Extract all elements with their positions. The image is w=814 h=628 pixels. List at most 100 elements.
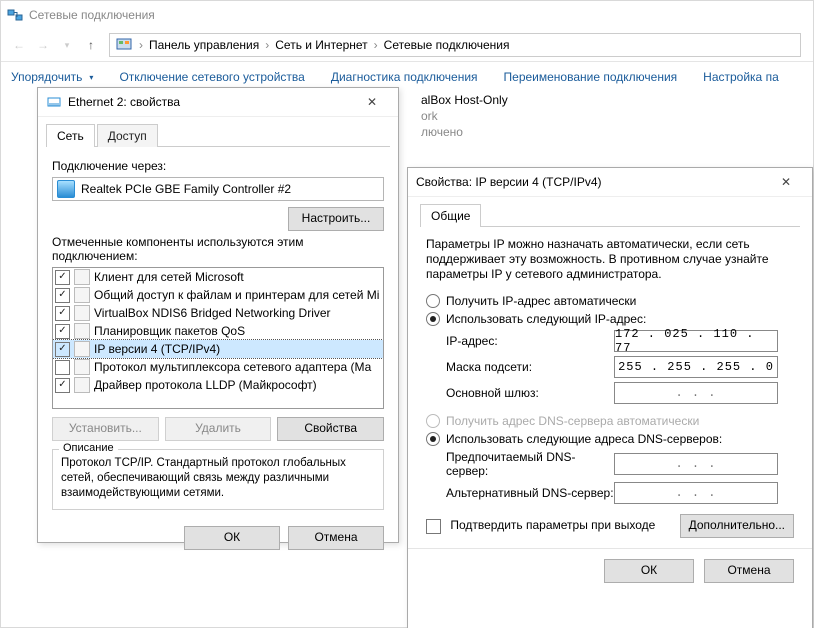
components-label: Отмеченные компоненты используются этим … <box>52 235 384 263</box>
ok-button[interactable]: ОК <box>604 559 694 583</box>
dialog-titlebar[interactable]: Ethernet 2: свойства ✕ <box>38 88 398 117</box>
checkbox-icon[interactable] <box>55 324 70 339</box>
component-label: Планировщик пакетов QoS <box>94 324 245 338</box>
radio-manual-ip[interactable]: Использовать следующий IP-адрес: <box>426 312 794 326</box>
ethernet-icon <box>46 94 62 110</box>
protocol-icon <box>74 323 90 339</box>
dialog-footer: ОК Отмена <box>38 518 398 558</box>
network-connections-icon <box>7 7 23 23</box>
breadcrumb-seg-2[interactable]: Сеть и Интернет <box>272 38 370 52</box>
connection-item[interactable]: alBox Host-Only ork лючено <box>421 92 508 140</box>
ip-address-input[interactable]: 172 . 025 . 110 . 77 <box>614 330 778 352</box>
radio-label: Получить адрес DNS-сервера автоматически <box>446 414 699 428</box>
component-row[interactable]: IP версии 4 (TCP/IPv4) <box>53 340 384 358</box>
preferred-dns-input[interactable]: . . . <box>614 453 778 475</box>
dns1-label: Предпочитаемый DNS-сервер: <box>446 450 614 478</box>
close-button[interactable]: ✕ <box>768 172 804 192</box>
breadcrumb-seg-3[interactable]: Сетевые подключения <box>381 38 513 52</box>
configure-button[interactable]: Настроить... <box>288 207 384 231</box>
tab-access[interactable]: Доступ <box>97 124 158 147</box>
chevron-right-icon: › <box>374 38 378 52</box>
dialog-body: Параметры IP можно назначать автоматичес… <box>408 227 812 548</box>
disable-device-button[interactable]: Отключение сетевого устройства <box>119 70 304 84</box>
window-title: Сетевые подключения <box>29 8 155 22</box>
adapter-name: Realtek PCIe GBE Family Controller #2 <box>81 182 291 196</box>
checkbox-icon[interactable] <box>55 288 70 303</box>
intro-text: Параметры IP можно назначать автоматичес… <box>426 237 794 282</box>
ip-fields: IP-адрес: 172 . 025 . 110 . 77 Маска под… <box>446 330 794 404</box>
tab-network[interactable]: Сеть <box>46 124 95 147</box>
back-button[interactable]: ← <box>7 33 31 57</box>
explorer-window: Сетевые подключения ← → ▾ ↑ › Панель упр… <box>0 0 814 628</box>
alternate-dns-input[interactable]: . . . <box>614 482 778 504</box>
dialog-titlebar[interactable]: Свойства: IP версии 4 (TCP/IPv4) ✕ <box>408 168 812 197</box>
cancel-button[interactable]: Отмена <box>704 559 794 583</box>
gateway-input[interactable]: . . . <box>614 382 778 404</box>
radio-manual-dns[interactable]: Использовать следующие адреса DNS-сервер… <box>426 432 794 446</box>
install-button[interactable]: Установить... <box>52 417 159 441</box>
component-label: Общий доступ к файлам и принтерам для се… <box>94 288 379 302</box>
properties-button[interactable]: Свойства <box>277 417 384 441</box>
ipv4-properties-dialog: Свойства: IP версии 4 (TCP/IPv4) ✕ Общие… <box>407 167 813 628</box>
dialog-body: Подключение через: Realtek PCIe GBE Fami… <box>38 147 398 518</box>
cancel-button[interactable]: Отмена <box>288 526 384 550</box>
titlebar: Сетевые подключения <box>1 1 813 29</box>
component-label: Протокол мультиплексора сетевого адаптер… <box>94 360 371 374</box>
subnet-mask-input[interactable]: 255 . 255 . 255 . 0 <box>614 356 778 378</box>
checkbox-icon[interactable] <box>55 306 70 321</box>
checkbox-icon[interactable] <box>55 360 70 375</box>
mask-label: Маска подсети: <box>446 360 614 374</box>
adapter-field: Realtek PCIe GBE Family Controller #2 <box>52 177 384 201</box>
component-row[interactable]: Драйвер протокола LLDP (Майкрософт) <box>53 376 384 394</box>
close-button[interactable]: ✕ <box>354 92 390 112</box>
dialog-title: Свойства: IP версии 4 (TCP/IPv4) <box>416 175 602 189</box>
protocol-icon <box>74 341 90 357</box>
protocol-icon <box>74 359 90 375</box>
checkbox-icon[interactable] <box>55 378 70 393</box>
chevron-right-icon: › <box>139 38 143 52</box>
remove-button[interactable]: Удалить <box>165 417 272 441</box>
confirm-on-exit-checkbox[interactable]: Подтвердить параметры при выходе <box>426 518 655 533</box>
component-row[interactable]: VirtualBox NDIS6 Bridged Networking Driv… <box>53 304 384 322</box>
ip-label: IP-адрес: <box>446 334 614 348</box>
radio-auto-ip[interactable]: Получить IP-адрес автоматически <box>426 294 794 308</box>
connection-line3: лючено <box>421 124 508 140</box>
rename-button[interactable]: Переименование подключения <box>504 70 678 84</box>
checkbox-icon[interactable] <box>55 270 70 285</box>
advanced-button[interactable]: Дополнительно... <box>680 514 794 538</box>
dialog-title: Ethernet 2: свойства <box>68 95 180 109</box>
chevron-right-icon: › <box>265 38 269 52</box>
up-button[interactable]: ↑ <box>79 33 103 57</box>
radio-label: Использовать следующие адреса DNS-сервер… <box>446 432 722 446</box>
checkbox-icon[interactable] <box>55 342 70 357</box>
control-panel-icon <box>116 37 132 53</box>
component-label: Клиент для сетей Microsoft <box>94 270 244 284</box>
protocol-icon <box>74 305 90 321</box>
description-title: Описание <box>59 442 118 454</box>
dns-fields: Предпочитаемый DNS-сервер: . . . Альтерн… <box>446 450 794 504</box>
component-row[interactable]: Планировщик пакетов QoS <box>53 322 384 340</box>
radio-label: Использовать следующий IP-адрес: <box>446 312 646 326</box>
component-row[interactable]: Общий доступ к файлам и принтерам для се… <box>53 286 384 304</box>
component-row[interactable]: Клиент для сетей Microsoft <box>53 268 384 286</box>
dialog-footer: ОК Отмена <box>408 548 812 593</box>
protocol-icon <box>74 377 90 393</box>
radio-label: Получить IP-адрес автоматически <box>446 294 636 308</box>
ok-button[interactable]: ОК <box>184 526 280 550</box>
checkbox-label: Подтвердить параметры при выходе <box>450 518 655 532</box>
organize-menu[interactable]: Упорядочить <box>11 70 93 84</box>
component-label: VirtualBox NDIS6 Bridged Networking Driv… <box>94 306 331 320</box>
forward-button[interactable]: → <box>31 33 55 57</box>
settings-button[interactable]: Настройка па <box>703 70 779 84</box>
components-list[interactable]: Клиент для сетей Microsoft Общий доступ к… <box>52 267 384 409</box>
radio-icon <box>426 414 440 428</box>
description-text: Протокол TCP/IP. Стандартный протокол гл… <box>61 456 375 501</box>
breadcrumb[interactable]: › Панель управления › Сеть и Интернет › … <box>109 33 801 57</box>
component-row[interactable]: Протокол мультиплексора сетевого адаптер… <box>53 358 384 376</box>
radio-icon <box>426 312 440 326</box>
diagnose-button[interactable]: Диагностика подключения <box>331 70 478 84</box>
tab-general[interactable]: Общие <box>420 204 481 227</box>
recent-button[interactable]: ▾ <box>55 33 79 57</box>
breadcrumb-seg-1[interactable]: Панель управления <box>146 38 262 52</box>
connection-line2: ork <box>421 108 508 124</box>
